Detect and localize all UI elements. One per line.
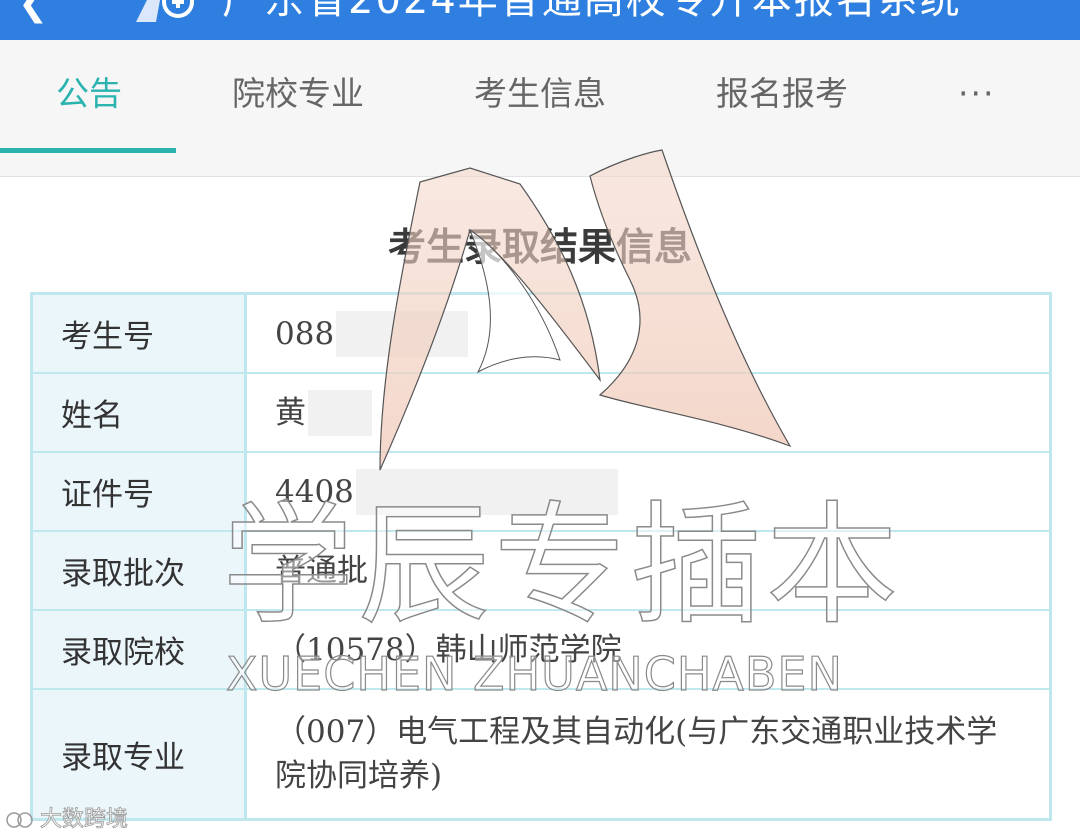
tab-more-icon[interactable]: ··· bbox=[958, 70, 995, 118]
table-row: 证件号 4408 bbox=[33, 453, 1049, 532]
table-row: 录取批次 普通批 bbox=[33, 532, 1049, 611]
screen: ❮ 广东省2024年普通高校专升本报名系统 公告 院校专业 考生信息 报名报考 … bbox=[0, 0, 1080, 840]
row-value-exam-number: 088 bbox=[247, 295, 1049, 372]
row-value-name: 黄 bbox=[247, 374, 1049, 451]
tab-registration[interactable]: 报名报考 bbox=[716, 70, 848, 118]
row-value-admission-school: （10578）韩山师范学院 bbox=[275, 631, 622, 668]
name-text: 黄 bbox=[275, 394, 306, 431]
redaction-block bbox=[336, 310, 469, 357]
tab-bar: 公告 院校专业 考生信息 报名报考 ··· bbox=[0, 40, 1080, 177]
redaction-block bbox=[308, 389, 372, 436]
app-header: ❮ 广东省2024年普通高校专升本报名系统 bbox=[0, 0, 1080, 40]
tab-announcements[interactable]: 公告 bbox=[56, 70, 122, 118]
exam-number-text: 088 bbox=[275, 315, 335, 352]
row-value-id-number: 4408 bbox=[247, 453, 1049, 530]
row-label-admission-major: 录取专业 bbox=[33, 690, 247, 818]
active-tab-indicator bbox=[0, 148, 176, 153]
redaction-block bbox=[355, 468, 618, 515]
app-logo-icon bbox=[136, 0, 194, 22]
row-label-admission-batch: 录取批次 bbox=[33, 532, 247, 609]
row-value-admission-major: （007）电气工程及其自动化(与广东交通职业技术学院协同培养) bbox=[275, 714, 998, 794]
chevron-left-icon[interactable]: ❮ bbox=[18, 0, 48, 22]
app-title: 广东省2024年普通高校专升本报名系统 bbox=[222, 0, 962, 23]
row-label-admission-school: 录取院校 bbox=[33, 611, 247, 688]
id-number-text: 4408 bbox=[275, 473, 354, 510]
row-label-exam-number: 考生号 bbox=[33, 295, 247, 372]
table-row: 考生号 088 bbox=[33, 295, 1049, 374]
tab-student-info[interactable]: 考生信息 bbox=[474, 70, 606, 118]
tab-schools-majors[interactable]: 院校专业 bbox=[232, 70, 364, 118]
result-title: 考生录取结果信息 bbox=[387, 225, 692, 269]
row-label-name: 姓名 bbox=[33, 374, 247, 451]
table-row: 姓名 黄 bbox=[33, 374, 1049, 453]
row-value-admission-batch: 普通批 bbox=[275, 552, 368, 589]
row-label-id-number: 证件号 bbox=[33, 453, 247, 530]
admission-info-table: 考生号 088 姓名 黄 证件号 4408 录取批次 普通批 录取院校 （105… bbox=[30, 292, 1052, 821]
table-row: 录取院校 （10578）韩山师范学院 bbox=[33, 611, 1049, 690]
table-row: 录取专业 （007）电气工程及其自动化(与广东交通职业技术学院协同培养) bbox=[33, 690, 1049, 818]
